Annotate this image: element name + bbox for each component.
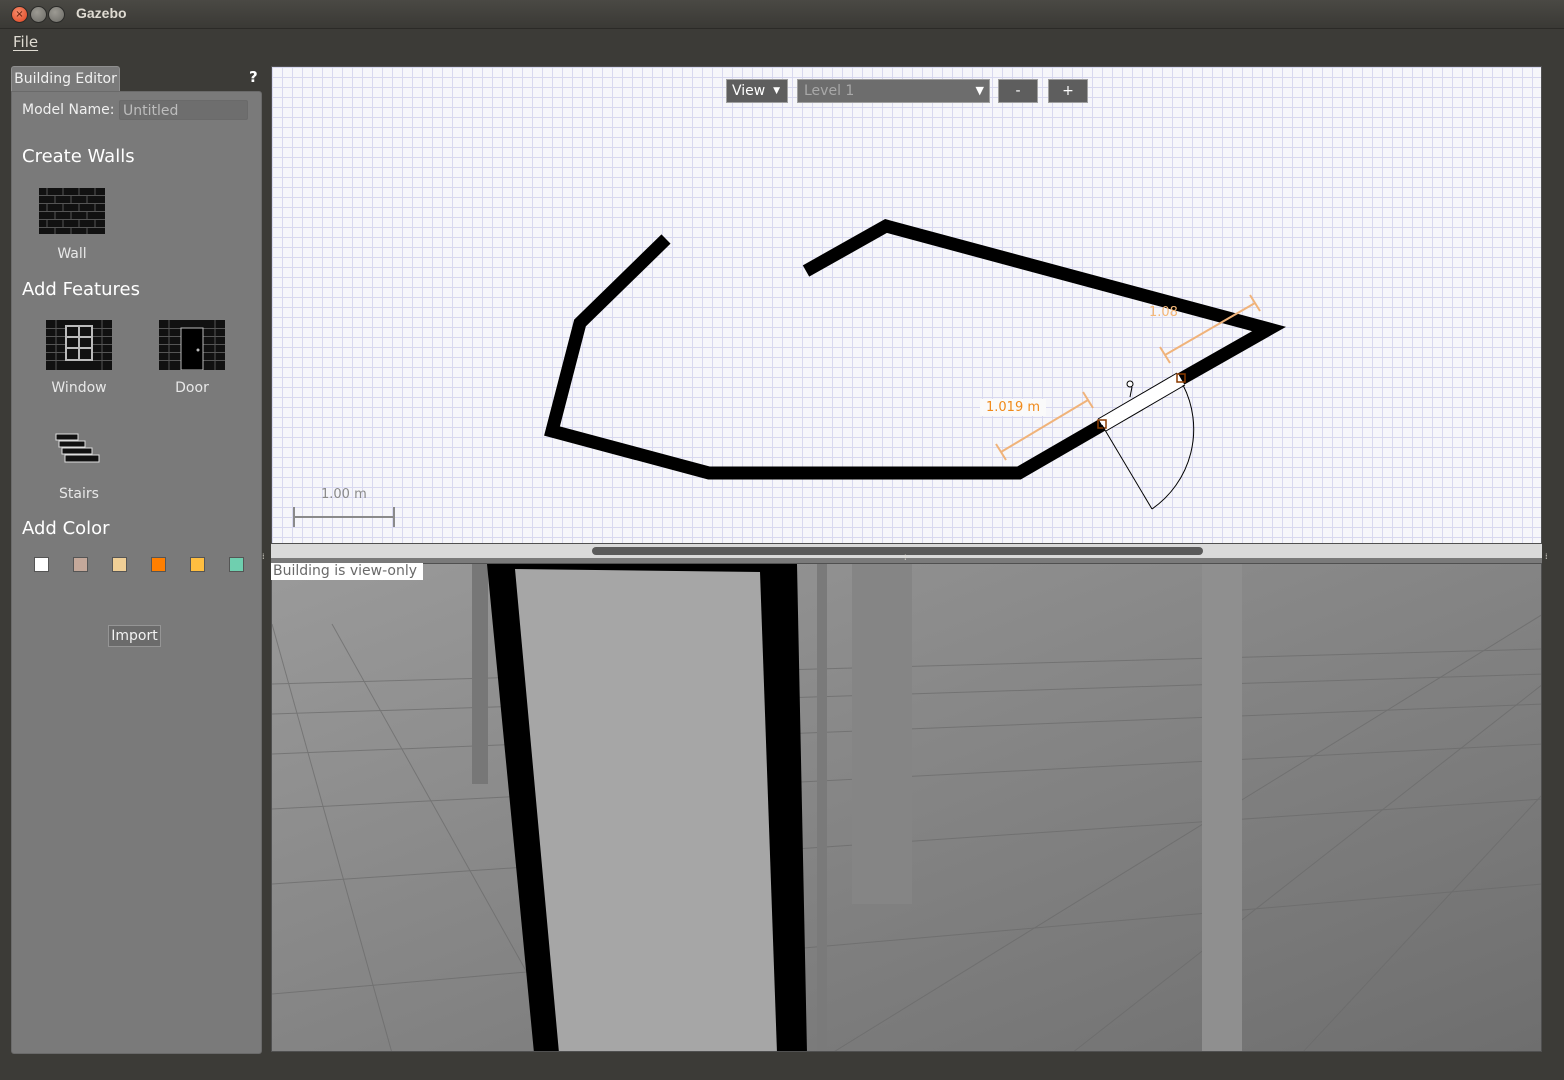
color-swatch[interactable] bbox=[229, 557, 244, 572]
scale-bar bbox=[293, 507, 395, 527]
window-tool-label: Window bbox=[51, 380, 107, 396]
editor-2d-view[interactable]: View ▼ Level 1 ▼ - + 1.019 m 1.08 1.00 m bbox=[271, 66, 1542, 544]
wall-segment bbox=[802, 219, 1286, 385]
close-window-button[interactable]: × bbox=[11, 6, 28, 23]
right-resize-grip[interactable]: ⁞ bbox=[1545, 552, 1549, 562]
color-swatch[interactable] bbox=[151, 557, 166, 572]
maximize-window-button[interactable] bbox=[48, 6, 65, 23]
add-color-heading: Add Color bbox=[22, 518, 110, 539]
title-bar: × Gazebo bbox=[0, 0, 1564, 29]
menu-bar: File bbox=[0, 29, 1564, 59]
window-title: Gazebo bbox=[76, 5, 127, 21]
3d-scene bbox=[272, 564, 1541, 1051]
splitter-grip[interactable]: ⁞ bbox=[904, 553, 908, 563]
editor-3d-view[interactable] bbox=[271, 563, 1542, 1052]
stairs-tool-label: Stairs bbox=[59, 486, 99, 502]
color-swatch[interactable] bbox=[190, 557, 205, 572]
menu-file[interactable]: File bbox=[13, 33, 38, 51]
door-icon bbox=[159, 320, 225, 370]
door-tool-label: Door bbox=[175, 380, 209, 396]
color-swatch[interactable] bbox=[34, 557, 49, 572]
scale-label: 1.00 m bbox=[321, 487, 367, 502]
color-swatch[interactable] bbox=[112, 557, 127, 572]
wall-tool-button[interactable]: Wall bbox=[22, 188, 122, 262]
add-features-heading: Add Features bbox=[22, 279, 140, 300]
model-name-input[interactable]: Untitled bbox=[119, 100, 248, 120]
door-tool-button[interactable]: Door bbox=[142, 320, 242, 396]
model-name-label: Model Name: bbox=[22, 102, 115, 118]
door-shape bbox=[1097, 372, 1195, 510]
create-walls-heading: Create Walls bbox=[22, 146, 135, 167]
stairs-icon bbox=[55, 433, 100, 463]
left-resize-grip[interactable]: ⁞ bbox=[262, 552, 266, 562]
floorplan-drawing bbox=[293, 219, 1286, 527]
wall-icon bbox=[39, 188, 105, 234]
status-bar bbox=[0, 1056, 1564, 1080]
pillar bbox=[1202, 564, 1242, 1051]
view-only-status: Building is view-only bbox=[271, 563, 424, 580]
measure-label-1: 1.019 m bbox=[980, 399, 1047, 416]
measure-label-2: 1.08 bbox=[1149, 305, 1178, 320]
window-icon bbox=[46, 320, 112, 370]
color-swatch[interactable] bbox=[73, 557, 88, 572]
minimize-window-button[interactable] bbox=[30, 6, 47, 23]
horizontal-scrollbar-thumb[interactable] bbox=[592, 547, 1203, 555]
tab-building-editor[interactable]: Building Editor bbox=[11, 66, 120, 92]
help-button[interactable]: ? bbox=[249, 68, 258, 86]
stairs-tool-button[interactable]: Stairs bbox=[29, 430, 129, 502]
wall-segment bbox=[544, 234, 1106, 480]
pillar bbox=[852, 564, 912, 904]
import-button[interactable]: Import bbox=[108, 625, 161, 647]
window-tool-button[interactable]: Window bbox=[29, 320, 129, 396]
wall-tool-label: Wall bbox=[57, 246, 87, 262]
